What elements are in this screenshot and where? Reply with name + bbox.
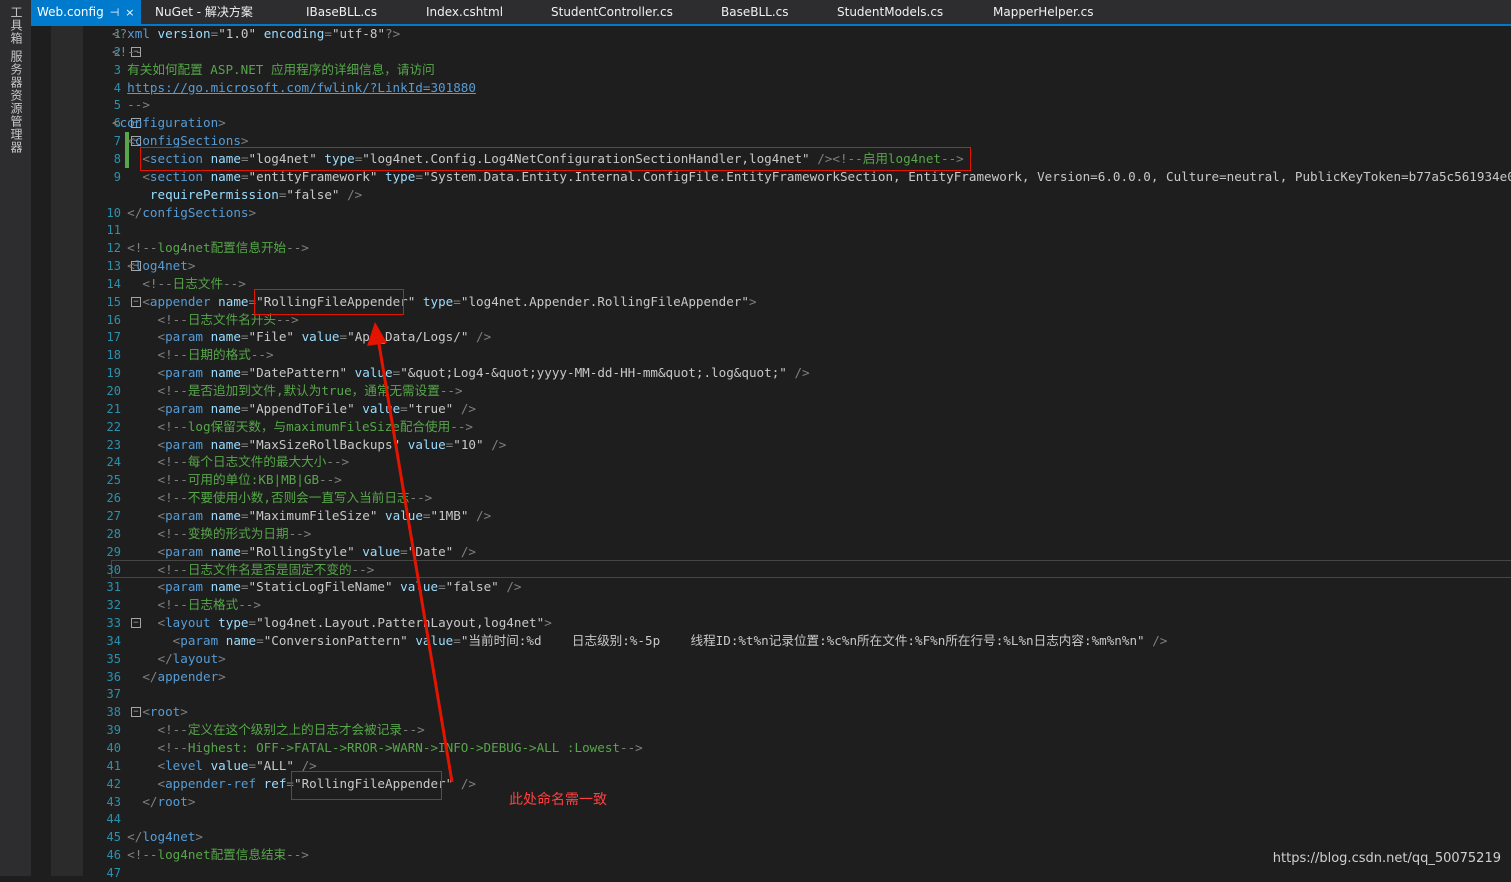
annotation-note: 此处命名需一致 bbox=[509, 792, 607, 808]
annotation-arrow bbox=[367, 322, 454, 783]
watermark: https://blog.csdn.net/qq_50075219 bbox=[1272, 851, 1501, 866]
